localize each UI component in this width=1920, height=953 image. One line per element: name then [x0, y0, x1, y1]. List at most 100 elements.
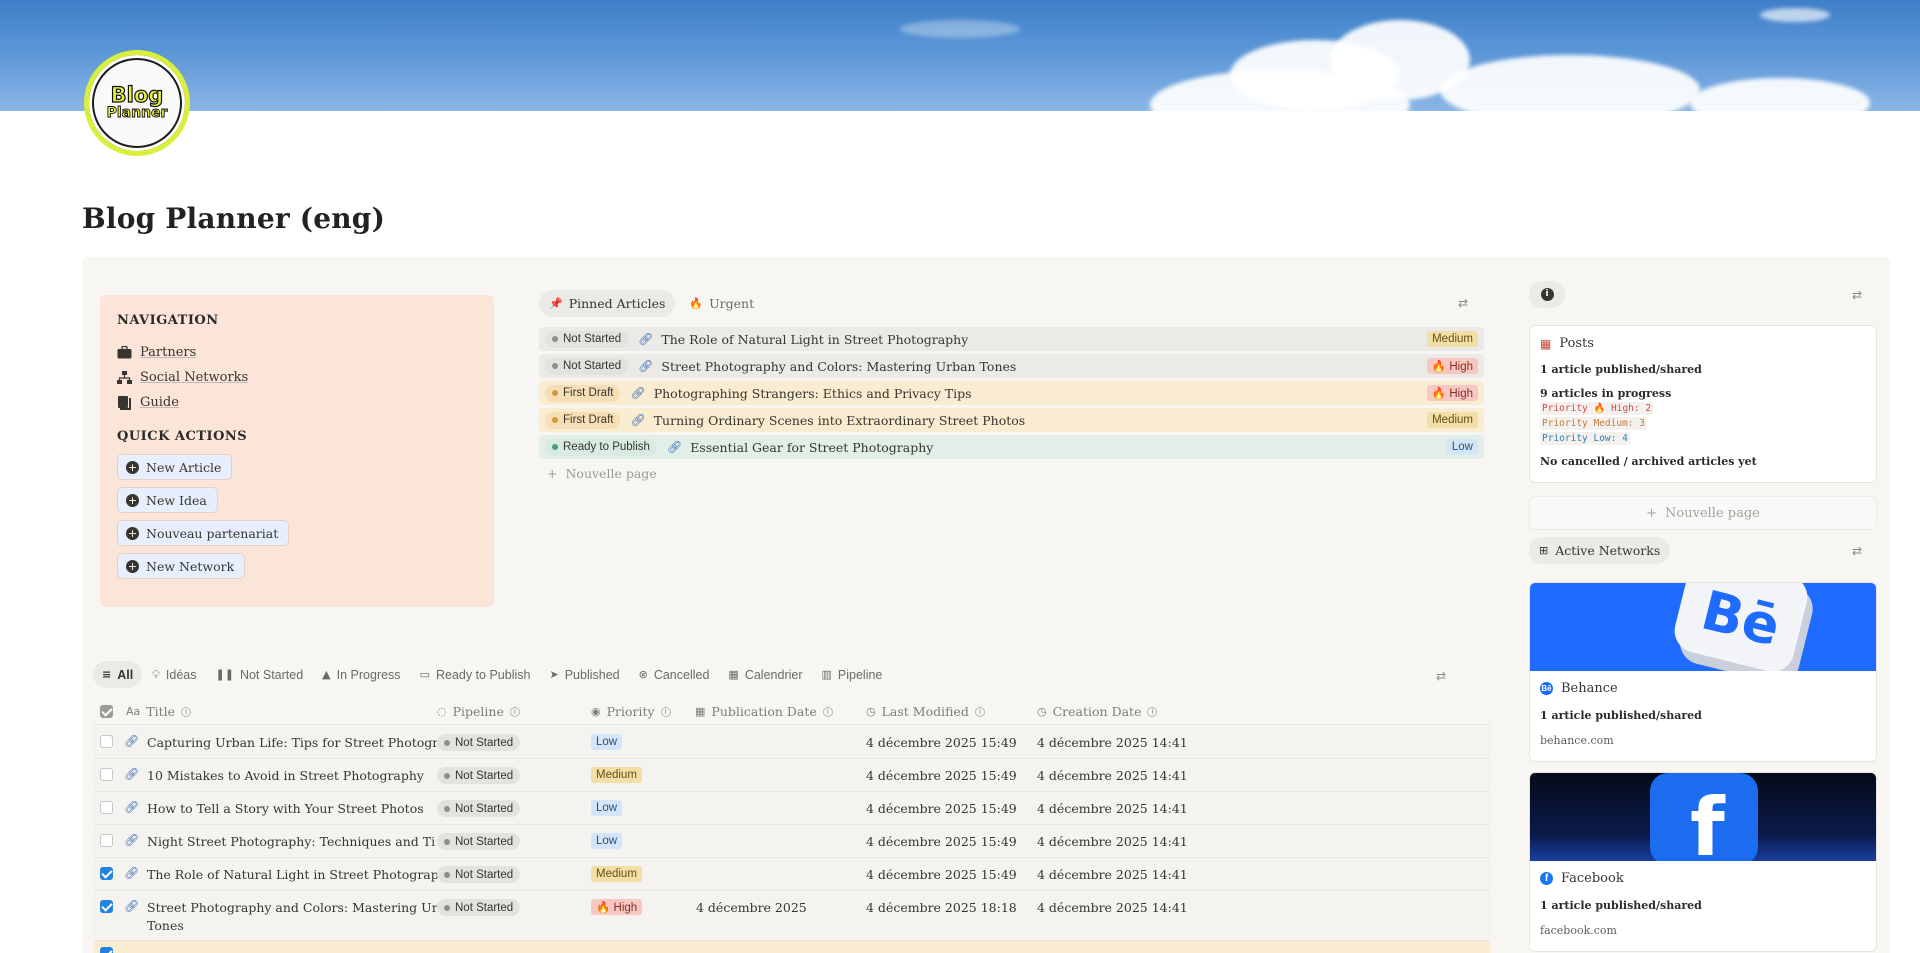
new-page-button[interactable]: + Nouvelle page: [547, 466, 657, 481]
row-checkbox[interactable]: [100, 867, 113, 880]
column-creation-date[interactable]: ◷ Creation Date i: [1037, 704, 1158, 719]
table-row[interactable]: 🔗︎ The Role of Natural Light in Street P…: [94, 858, 1490, 891]
flame-icon: 🔥: [689, 297, 704, 310]
info-icon: i: [181, 706, 192, 717]
nav-link-partners[interactable]: Partners: [117, 340, 477, 365]
network-icon: [117, 370, 132, 385]
table-row[interactable]: [94, 941, 1490, 953]
tab-pinned-articles[interactable]: 📌 Pinned Articles: [539, 290, 676, 317]
article-title: Photographing Strangers: Ethics and Priv…: [653, 385, 972, 401]
creation-date: 4 décembre 2025 14:41: [1037, 735, 1188, 750]
select-all-checkbox[interactable]: [100, 705, 113, 718]
pinned-row[interactable]: Not Started 🔗︎ The Role of Natural Light…: [539, 327, 1484, 351]
cloud: [1440, 55, 1700, 111]
cloud: [900, 20, 1020, 38]
new-idea-button[interactable]: + New Idea: [117, 487, 218, 513]
tab-in-progress[interactable]: ▲ In Progress: [313, 661, 409, 688]
new-article-button[interactable]: + New Article: [117, 454, 233, 480]
pinned-row[interactable]: First Draft 🔗︎ Turning Ordinary Scenes i…: [539, 408, 1484, 432]
tab-ready-to-publish[interactable]: ▭ Ready to Publish: [411, 661, 540, 688]
nav-link-social-networks[interactable]: Social Networks: [117, 365, 477, 390]
tab-not-started[interactable]: ❚❚ Not Started: [207, 661, 313, 688]
view-settings-icon[interactable]: ⇄: [1458, 296, 1468, 310]
row-checkbox[interactable]: [100, 900, 113, 913]
network-card-facebook[interactable]: f f Facebook 1 article published/shared f…: [1529, 772, 1877, 952]
network-url: facebook.com: [1540, 924, 1617, 937]
network-card-behance[interactable]: Bē Bē Behance 1 article published/shared …: [1529, 582, 1877, 762]
pin-icon: 📌: [549, 297, 563, 310]
nav-link-label: Partners: [140, 345, 197, 360]
table-row[interactable]: 🔗︎ 10 Mistakes to Avoid in Street Photog…: [94, 759, 1490, 792]
network-stat: 1 article published/shared: [1540, 709, 1702, 722]
status-icon: ◌: [437, 705, 447, 718]
new-partnership-button[interactable]: + Nouveau partenariat: [117, 520, 290, 546]
pipeline-badge: Not Started: [437, 866, 521, 883]
button-label: New Article: [146, 459, 222, 475]
tab-urgent[interactable]: 🔥 Urgent: [679, 290, 764, 317]
column-priority[interactable]: ◉ Priority i: [591, 704, 671, 719]
nav-link-guide[interactable]: Guide: [117, 390, 477, 415]
pinned-row[interactable]: Ready to Publish 🔗︎ Essential Gear for S…: [539, 435, 1484, 459]
cover-image: [0, 0, 1920, 111]
article-title: Street Photography and Colors: Mastering…: [661, 358, 1017, 374]
column-title[interactable]: Aa Title i: [126, 704, 192, 719]
tab-calendar[interactable]: ▦ Calendrier: [719, 661, 811, 688]
column-pipeline[interactable]: ◌ Pipeline i: [437, 704, 520, 719]
status-badge: First Draft: [545, 411, 621, 429]
row-checkbox[interactable]: [100, 735, 113, 748]
button-label: New Idea: [146, 492, 207, 508]
last-modified: 4 décembre 2025 15:49: [866, 834, 1017, 849]
posts-summary-card[interactable]: ▦ Posts 1 article published/shared 9 arti…: [1529, 325, 1877, 483]
table-row[interactable]: 🔗︎ Street Photography and Colors: Master…: [94, 891, 1490, 941]
column-publication-date[interactable]: ▦ Publication Date i: [695, 704, 833, 719]
nav-link-label: Social Networks: [140, 370, 249, 385]
tab-published[interactable]: ➤ Published: [540, 661, 628, 688]
tab-active-networks[interactable]: ⊞ Active Networks: [1529, 537, 1671, 564]
row-checkbox[interactable]: [100, 768, 113, 781]
calendar-icon: ▦: [695, 705, 706, 718]
tab-ideas[interactable]: 💡︎ Idéas: [143, 661, 205, 688]
pinned-row[interactable]: Not Started 🔗︎ Street Photography and Co…: [539, 354, 1484, 378]
info-tab[interactable]: i: [1529, 281, 1565, 308]
new-page-button[interactable]: + Nouvelle page: [1529, 496, 1877, 530]
view-settings-icon[interactable]: ⇄: [1852, 544, 1862, 558]
priority-badge: Medium: [591, 767, 642, 783]
row-title[interactable]: Street Photography and Colors: Mastering…: [147, 900, 461, 915]
in-progress-count: 9 articles in progress: [1540, 387, 1672, 400]
plus-circle-icon: +: [126, 559, 139, 573]
row-checkbox[interactable]: [100, 801, 113, 814]
view-settings-icon[interactable]: ⇄: [1852, 288, 1862, 302]
tab-pipeline[interactable]: ▥ Pipeline: [813, 661, 892, 688]
row-title[interactable]: Night Street Photography: Techniques and…: [147, 834, 435, 849]
link-icon: 🔗︎: [124, 734, 140, 748]
table-row[interactable]: 🔗︎ Capturing Urban Life: Tips for Street…: [94, 726, 1490, 759]
row-title[interactable]: How to Tell a Story with Your Street Pho…: [147, 801, 424, 816]
view-settings-icon[interactable]: ⇄: [1436, 669, 1446, 683]
calendar-icon: ▦: [728, 668, 739, 681]
last-modified: 4 décembre 2025 15:49: [866, 768, 1017, 783]
row-title[interactable]: The Role of Natural Light in Street Phot…: [147, 867, 454, 882]
row-title[interactable]: Capturing Urban Life: Tips for Street Ph…: [147, 735, 469, 750]
pinned-row[interactable]: First Draft 🔗︎ Photographing Strangers: …: [539, 381, 1484, 405]
priority-badge: 🔥 High: [1426, 358, 1478, 374]
status-badge: Ready to Publish: [545, 438, 657, 456]
tab-all[interactable]: ≡ All: [93, 661, 143, 688]
new-page-label: Nouvelle page: [1665, 505, 1760, 521]
link-icon: 🔗︎: [666, 440, 683, 454]
info-icon: i: [974, 706, 985, 717]
briefcase-icon: [117, 345, 132, 360]
row-checkbox[interactable]: [100, 834, 113, 847]
new-network-button[interactable]: + New Network: [117, 553, 246, 579]
table-row[interactable]: 🔗︎ Night Street Photography: Techniques …: [94, 825, 1490, 858]
priority-badge: Low: [1446, 439, 1478, 455]
nav-link-label: Guide: [140, 395, 179, 410]
network-stat: 1 article published/shared: [1540, 899, 1702, 912]
facebook-icon: f: [1540, 872, 1553, 885]
column-last-modified[interactable]: ◷ Last Modified i: [866, 704, 985, 719]
behance-icon: Bē: [1540, 682, 1553, 695]
row-title[interactable]: 10 Mistakes to Avoid in Street Photograp…: [147, 768, 424, 783]
tab-cancelled[interactable]: ⊗ Cancelled: [630, 661, 719, 688]
table-row[interactable]: 🔗︎ How to Tell a Story with Your Street …: [94, 792, 1490, 825]
posts-title: Posts: [1559, 336, 1594, 351]
row-checkbox[interactable]: [100, 947, 113, 953]
